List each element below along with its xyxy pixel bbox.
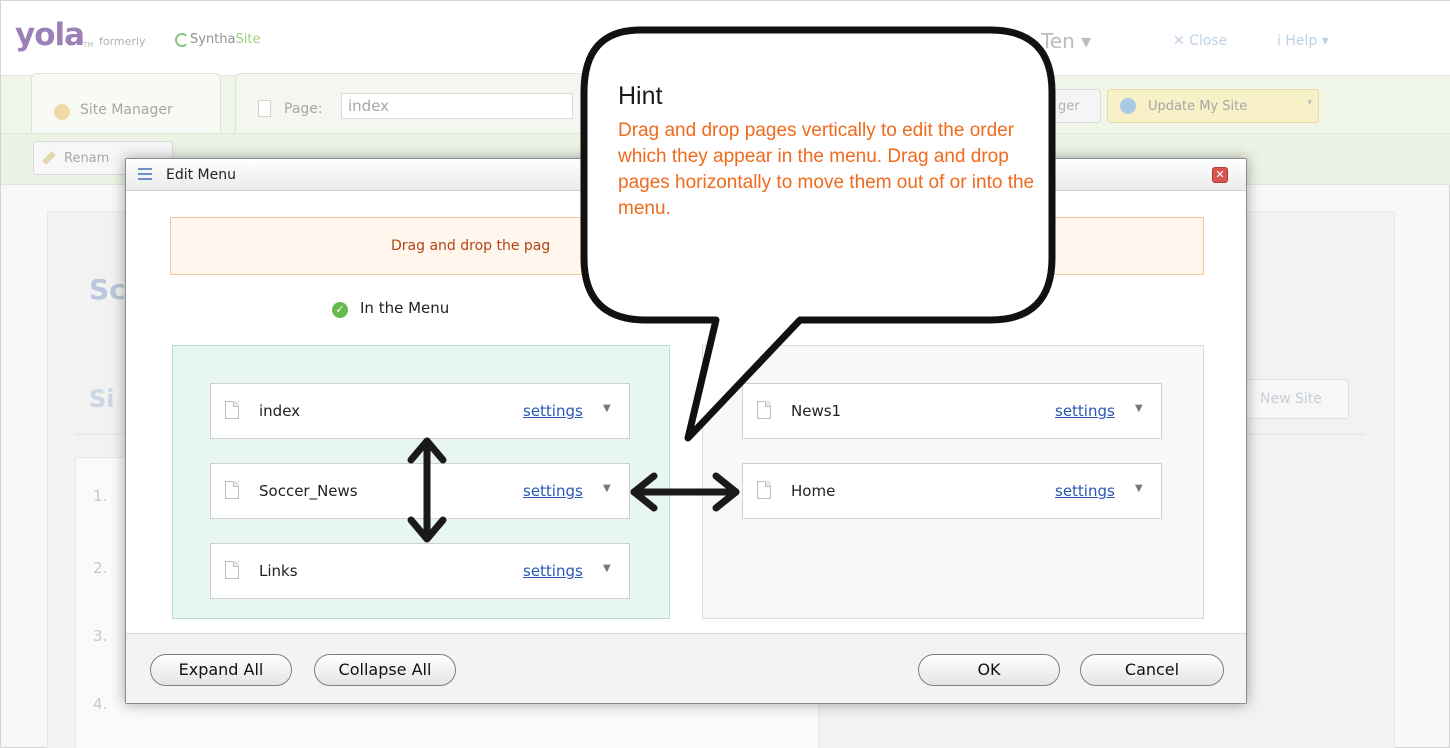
hint-text: Drag and drop pages vertically to edit t… <box>618 120 1035 219</box>
vertical-double-arrow-icon <box>407 437 447 543</box>
horizontal-double-arrow-icon <box>630 472 740 512</box>
drag-arrows <box>407 437 740 543</box>
hint-title: Hint <box>618 82 663 110</box>
